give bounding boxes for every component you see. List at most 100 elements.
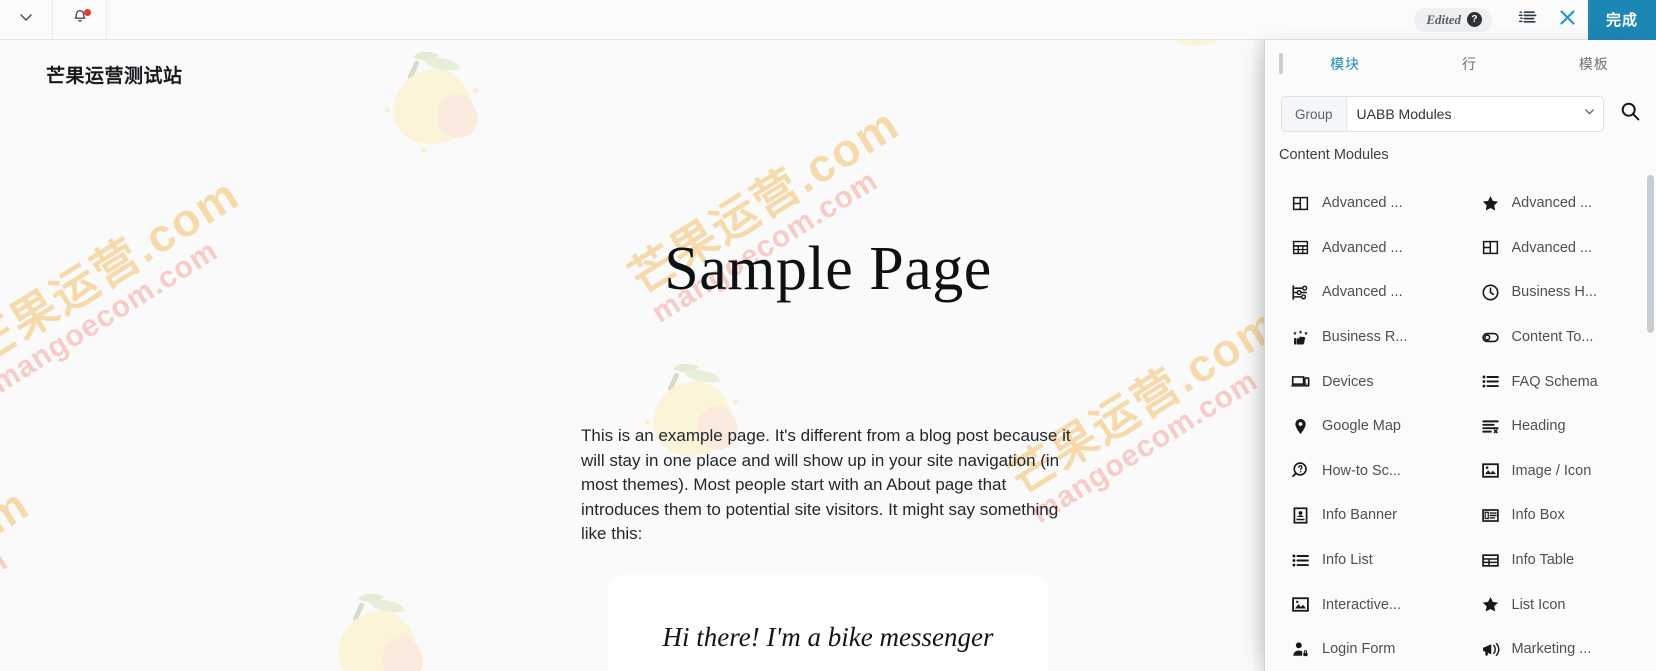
- thumbs-up-stars-icon: [1291, 328, 1310, 347]
- module-item[interactable]: Google Map: [1265, 404, 1461, 449]
- clock-icon: [1481, 283, 1500, 302]
- module-item[interactable]: Devices: [1265, 359, 1461, 404]
- module-item[interactable]: Info Banner: [1265, 493, 1461, 538]
- bullet-list-icon: [1291, 551, 1310, 570]
- module-item[interactable]: Info Box: [1461, 493, 1656, 538]
- module-item-label: Devices: [1322, 373, 1374, 390]
- module-item[interactable]: FAQ Schema: [1461, 359, 1656, 404]
- help-icon[interactable]: ?: [1466, 12, 1482, 27]
- module-item[interactable]: Login Form: [1265, 627, 1461, 671]
- module-item[interactable]: Content To...: [1461, 315, 1656, 360]
- info-banner-icon: [1291, 506, 1310, 525]
- close-icon: [1558, 8, 1577, 32]
- module-item[interactable]: Heading: [1461, 404, 1656, 449]
- notifications-button[interactable]: [53, 0, 107, 40]
- admin-bar: Edited ? 完成: [0, 0, 1656, 40]
- done-button[interactable]: 完成: [1587, 0, 1656, 40]
- star-icon: [1481, 595, 1500, 614]
- module-item-label: Interactive...: [1322, 596, 1401, 613]
- module-item[interactable]: Info List: [1265, 538, 1461, 583]
- star-icon: [1481, 194, 1500, 213]
- heading-lines-icon: [1481, 417, 1500, 436]
- module-item-label: Business R...: [1322, 329, 1408, 346]
- module-item-label: Login Form: [1322, 641, 1396, 658]
- module-item-label: Info Table: [1511, 552, 1575, 569]
- question-magnifier-icon: [1291, 461, 1310, 480]
- module-item-label: Business H...: [1511, 284, 1597, 301]
- notification-badge-dot: [84, 8, 91, 16]
- module-item-label: FAQ Schema: [1511, 373, 1598, 390]
- module-item[interactable]: Advanced ...: [1265, 181, 1461, 226]
- modules-scroll-area[interactable]: Advanced ... Advanced ... Advanced ... Adva…: [1265, 169, 1656, 671]
- user-lock-icon: [1291, 640, 1310, 659]
- editor-screen: 芒果运营.com mangoecom.com 芒果运营.com mangoeco…: [0, 0, 1656, 671]
- module-item-label: Advanced ...: [1511, 195, 1593, 212]
- edited-label: Edited: [1426, 11, 1461, 27]
- outline-panel-button[interactable]: [1508, 0, 1548, 40]
- image-picture-icon: [1291, 595, 1310, 614]
- module-item-label: Google Map: [1322, 418, 1401, 435]
- module-item-label: Marketing ...: [1511, 641, 1592, 658]
- panel-tab-bar: 模块 行 模板: [1265, 40, 1656, 87]
- bullet-list-icon: [1481, 372, 1500, 391]
- group-select-label: Group: [1282, 97, 1347, 131]
- advanced-columns-icon: [1481, 238, 1500, 257]
- quote-card: Hi there! I'm a bike messenger: [608, 574, 1048, 671]
- tab-rows[interactable]: 行: [1407, 40, 1531, 87]
- advanced-sliders-icon: [1291, 283, 1310, 302]
- module-item[interactable]: Interactive...: [1265, 582, 1461, 627]
- module-item[interactable]: Image / Icon: [1461, 449, 1656, 494]
- module-item[interactable]: List Icon: [1461, 582, 1656, 627]
- close-editor-button[interactable]: [1548, 0, 1588, 40]
- megaphone-icon: [1481, 640, 1500, 659]
- search-button[interactable]: [1616, 96, 1644, 132]
- chevron-down-icon: [1583, 105, 1596, 123]
- map-pin-icon: [1291, 417, 1310, 436]
- module-item[interactable]: Advanced ...: [1461, 181, 1656, 226]
- module-item-label: Info List: [1322, 552, 1373, 569]
- group-select-value: UABB Modules: [1356, 106, 1452, 122]
- page-paragraph: This is an example page. It's different …: [581, 426, 1071, 544]
- tab-modules[interactable]: 模块: [1283, 40, 1407, 87]
- modules-grid: Advanced ... Advanced ... Advanced ... Adva…: [1265, 181, 1656, 671]
- group-select-chevron[interactable]: [1575, 97, 1603, 131]
- panel-search-bar: Group UABB Modules: [1265, 87, 1656, 141]
- quote-text: Hi there! I'm a bike messenger: [662, 621, 994, 652]
- site-title: 芒果运营测试站: [46, 65, 183, 87]
- edited-status-badge[interactable]: Edited ?: [1414, 7, 1492, 32]
- image-frame-icon: [1481, 461, 1500, 480]
- module-item-label: How-to Sc...: [1322, 462, 1401, 479]
- table-icon: [1481, 551, 1500, 570]
- module-item-label: List Icon: [1511, 596, 1566, 613]
- module-item-label: Info Banner: [1322, 507, 1397, 524]
- module-item[interactable]: Advanced ...: [1265, 270, 1461, 315]
- chevron-down-icon: [18, 9, 34, 30]
- group-select[interactable]: Group UABB Modules: [1281, 96, 1604, 132]
- module-item-label: Advanced ...: [1511, 239, 1593, 256]
- module-item[interactable]: Business R...: [1265, 315, 1461, 360]
- info-box-icon: [1481, 506, 1500, 525]
- module-item-label: Image / Icon: [1511, 462, 1592, 479]
- module-item-label: Advanced ...: [1322, 284, 1403, 301]
- module-item[interactable]: Advanced ...: [1461, 226, 1656, 271]
- advanced-columns-icon: [1291, 194, 1310, 213]
- module-item[interactable]: Info Table: [1461, 538, 1656, 583]
- panel-scrollbar[interactable]: [1647, 169, 1654, 671]
- section-header-content-modules: Content Modules: [1265, 141, 1656, 169]
- module-item[interactable]: How-to Sc...: [1265, 449, 1461, 494]
- modules-panel: 模块 行 模板 Group UABB Modules Content Modul…: [1251, 40, 1656, 671]
- module-item[interactable]: Marketing ...: [1461, 627, 1656, 671]
- outline-list-icon: [1518, 9, 1537, 30]
- tab-templates[interactable]: 模板: [1532, 40, 1656, 87]
- advanced-grid-icon: [1291, 238, 1310, 257]
- module-item-label: Heading: [1511, 418, 1566, 435]
- module-item-label: Info Box: [1511, 507, 1565, 524]
- scrollbar-thumb[interactable]: [1647, 175, 1654, 333]
- devices-icon: [1291, 372, 1310, 391]
- module-item-label: Content To...: [1511, 329, 1594, 346]
- module-item-label: Advanced ...: [1322, 195, 1403, 212]
- toggle-icon: [1481, 328, 1500, 347]
- collapse-toggle-button[interactable]: [0, 0, 53, 40]
- module-item[interactable]: Business H...: [1461, 270, 1656, 315]
- module-item[interactable]: Advanced ...: [1265, 226, 1461, 271]
